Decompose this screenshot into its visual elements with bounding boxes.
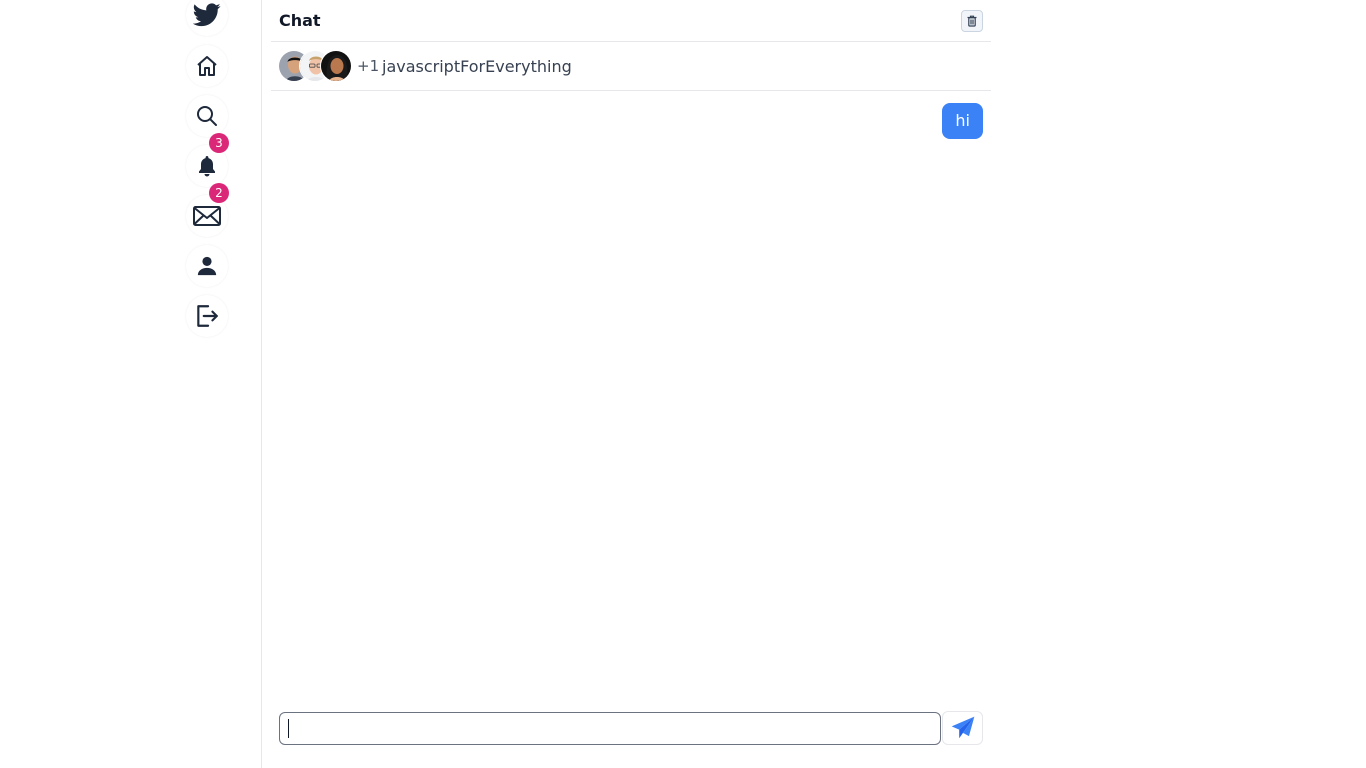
bell-icon bbox=[199, 156, 215, 177]
nav-home-button[interactable] bbox=[186, 45, 228, 87]
avatar bbox=[320, 50, 352, 82]
home-icon bbox=[197, 56, 217, 76]
chat-panel: Chat +1 javascriptForEverything hi bbox=[271, 0, 991, 768]
notifications-badge: 3 bbox=[209, 133, 229, 153]
user-icon bbox=[197, 256, 217, 276]
twitter-logo-button[interactable] bbox=[186, 0, 228, 36]
nav-profile-button[interactable] bbox=[186, 245, 228, 287]
participant-avatar-image bbox=[321, 51, 351, 81]
message-bubble-sent: hi bbox=[942, 103, 983, 139]
send-icon bbox=[951, 716, 974, 739]
chat-group-name: javascriptForEverything bbox=[382, 57, 572, 76]
trash-icon bbox=[967, 15, 977, 27]
compose-bar bbox=[271, 711, 991, 745]
chat-header: Chat bbox=[271, 0, 991, 42]
nav-logout-button[interactable] bbox=[186, 295, 228, 337]
extra-participants-count: +1 bbox=[357, 57, 380, 75]
search-icon bbox=[197, 106, 217, 126]
twitter-bird-icon bbox=[193, 3, 221, 27]
nav-messages-button[interactable]: 2 bbox=[186, 183, 229, 237]
nav-search-button[interactable] bbox=[186, 95, 228, 137]
message-input[interactable] bbox=[279, 712, 941, 745]
mail-icon bbox=[193, 206, 221, 226]
sidebar: 3 2 bbox=[0, 0, 262, 768]
chat-title: Chat bbox=[279, 11, 321, 30]
app-root: 3 2 Chat +1 javascriptForEverything hi bbox=[0, 0, 1366, 768]
send-button[interactable] bbox=[942, 711, 983, 745]
logout-icon bbox=[197, 305, 218, 327]
nav-notifications-button[interactable]: 3 bbox=[186, 133, 229, 187]
messages-badge: 2 bbox=[209, 183, 229, 203]
participants-bar[interactable]: +1 javascriptForEverything bbox=[271, 42, 991, 91]
delete-chat-button[interactable] bbox=[961, 10, 983, 32]
text-caret bbox=[288, 719, 289, 738]
